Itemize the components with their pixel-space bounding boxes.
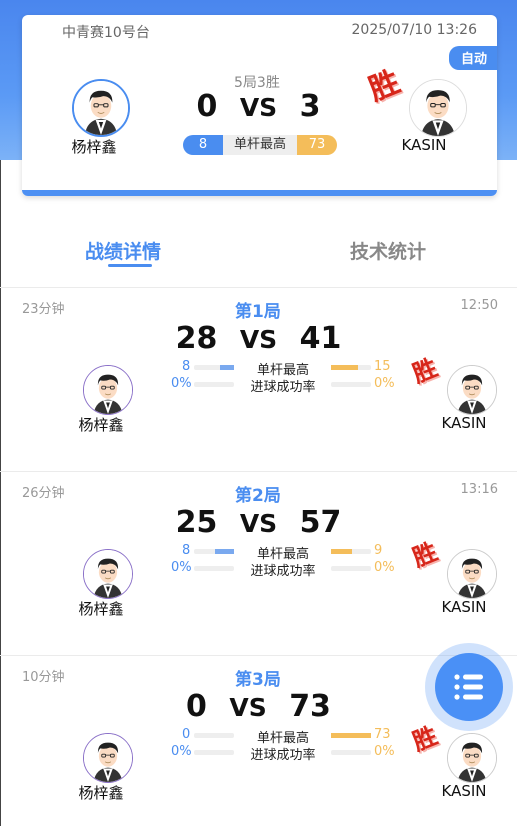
rate-right-value: 0% — [374, 744, 395, 759]
break-right-value: 9 — [374, 543, 383, 558]
score-right: 41 — [299, 321, 342, 356]
vs-label: VS — [239, 325, 278, 354]
break-left-track — [194, 365, 234, 370]
rate-right-track — [331, 382, 371, 387]
game-duration: 10分钟 — [22, 670, 65, 685]
highest-break-label: 单杆最高 — [223, 135, 297, 155]
player-left-name: 杨梓鑫 — [71, 138, 117, 156]
break-left-value: 0 — [182, 727, 191, 742]
list-icon[interactable] — [435, 653, 503, 721]
tab-underline — [108, 264, 152, 267]
auto-badge[interactable]: 自动 — [448, 46, 497, 70]
break-right-track — [331, 365, 371, 370]
rate-left-track — [194, 750, 234, 755]
card-accent-line — [22, 190, 497, 196]
game-score: 28 VS 41 — [0, 321, 517, 356]
break-right-fill — [331, 549, 352, 554]
score-left: 0 — [186, 689, 207, 724]
break-left-value: 8 — [182, 543, 191, 558]
score-left: 28 — [175, 321, 218, 356]
game-duration: 23分钟 — [22, 302, 65, 317]
match-datetime: 2025/07/10 13:26 — [351, 22, 478, 38]
break-right-value: 15 — [374, 359, 391, 374]
break-left-fill — [215, 549, 234, 554]
score-left: 0 — [196, 89, 218, 124]
score-left: 25 — [175, 505, 218, 540]
avatar-icon[interactable] — [83, 549, 133, 599]
player-right-name: KASIN — [441, 414, 487, 432]
game-score: 25 VS 57 — [0, 505, 517, 540]
break-right-track — [331, 549, 371, 554]
break-right-fill — [331, 733, 371, 738]
match-score: 0 VS 3 — [0, 89, 517, 124]
game-title: 第3局 — [235, 670, 281, 690]
player-right-name: KASIN — [441, 782, 487, 800]
break-left-track — [194, 733, 234, 738]
divider — [0, 287, 517, 288]
score-right: 3 — [299, 89, 321, 124]
game-title: 第1局 — [235, 302, 281, 322]
score-right: 73 — [289, 689, 331, 724]
break-left-track — [194, 549, 234, 554]
rate-label: 进球成功率 — [250, 564, 316, 579]
avatar-icon[interactable] — [83, 365, 133, 415]
break-right-track — [331, 733, 371, 738]
divider — [0, 471, 517, 472]
highest-break-bar: 8 单杆最高 73 — [183, 135, 337, 155]
player-left-name: 杨梓鑫 — [78, 416, 124, 434]
game-time: 12:50 — [460, 298, 498, 313]
rate-left-track — [194, 382, 234, 387]
vs-label: VS — [239, 509, 278, 538]
rate-left-value: 0% — [171, 376, 192, 391]
rate-label: 进球成功率 — [250, 748, 316, 763]
rate-left-value: 0% — [171, 744, 192, 759]
avatar-icon[interactable] — [83, 733, 133, 783]
score-right: 57 — [299, 505, 342, 540]
rate-label: 进球成功率 — [250, 380, 316, 395]
rate-left-value: 0% — [171, 560, 192, 575]
menu-fab-button[interactable] — [425, 643, 513, 731]
rate-right-value: 0% — [374, 560, 395, 575]
highest-break-left: 8 — [183, 135, 223, 155]
tab-stats[interactable]: 技术统计 — [350, 237, 426, 264]
rate-right-track — [331, 566, 371, 571]
game-duration: 26分钟 — [22, 486, 65, 501]
rate-right-value: 0% — [374, 376, 395, 391]
venue-label: 中青赛10号台 — [62, 25, 150, 41]
game-title: 第2局 — [235, 486, 281, 506]
game-time: 13:16 — [460, 482, 498, 497]
break-left-value: 8 — [182, 359, 191, 374]
avatar-icon[interactable] — [447, 733, 497, 783]
highest-break-right: 73 — [297, 135, 337, 155]
avatar-icon[interactable] — [447, 365, 497, 415]
player-right-name: KASIN — [401, 136, 447, 154]
break-right-value: 73 — [374, 727, 391, 742]
vs-label: VS — [239, 93, 278, 122]
rate-right-track — [331, 750, 371, 755]
break-right-fill — [331, 365, 358, 370]
avatar-icon[interactable] — [447, 549, 497, 599]
vs-label: VS — [229, 693, 267, 722]
player-left-name: 杨梓鑫 — [78, 784, 124, 802]
tab-details[interactable]: 战绩详情 — [85, 237, 161, 264]
break-left-fill — [220, 365, 234, 370]
player-left-name: 杨梓鑫 — [78, 600, 124, 618]
rate-left-track — [194, 566, 234, 571]
player-right-name: KASIN — [441, 598, 487, 616]
